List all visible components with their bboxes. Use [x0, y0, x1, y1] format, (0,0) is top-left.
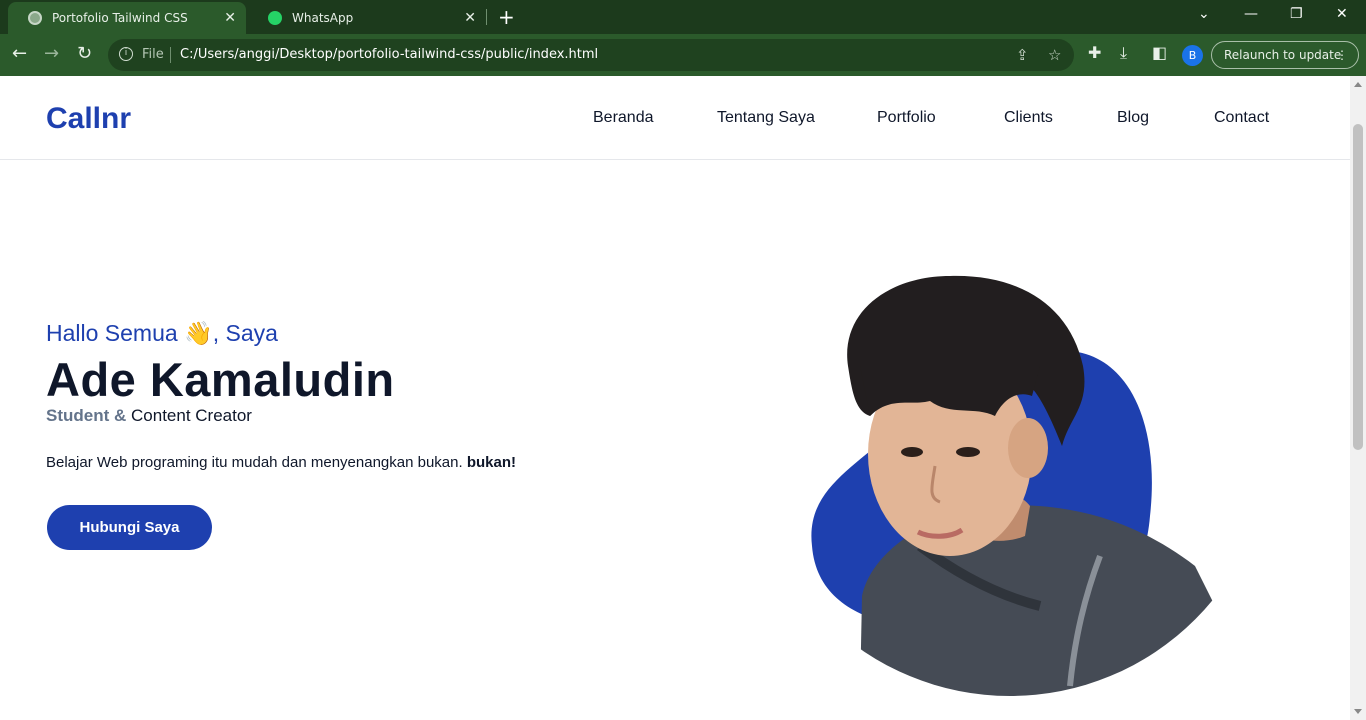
address-bar[interactable]: i File C:/Users/anggi/Desktop/portofolio…	[108, 39, 1074, 71]
scroll-thumb[interactable]	[1353, 124, 1363, 450]
nav-tentang-saya[interactable]: Tentang Saya	[717, 109, 815, 127]
reload-icon[interactable]: ↻	[77, 43, 92, 64]
browser-toolbar: ← → ↻ i File C:/Users/anggi/Desktop/port…	[0, 34, 1366, 76]
download-icon[interactable]: ⤓	[1120, 43, 1127, 63]
extensions-icon[interactable]: ✚	[1088, 43, 1101, 62]
relaunch-label: Relaunch to update	[1224, 48, 1342, 62]
menu-dots-icon: ⋮	[1336, 48, 1348, 62]
browser-tab-strip: Portofolio Tailwind CSS ✕ WhatsApp ✕ + ⌄…	[0, 0, 1366, 34]
hero-portrait	[811, 275, 1220, 696]
relaunch-button[interactable]: Relaunch to update ⋮	[1211, 41, 1359, 69]
tab-search-icon[interactable]: ⌄	[1198, 6, 1210, 22]
role-secondary: Content Creator	[131, 406, 252, 425]
hero-role: Student & Content Creator	[46, 406, 252, 426]
close-tab-icon[interactable]: ✕	[464, 10, 476, 26]
tab-title: Portofolio Tailwind CSS	[52, 11, 188, 25]
forward-icon[interactable]: →	[44, 43, 59, 64]
close-window-icon[interactable]: ✕	[1336, 6, 1348, 22]
nav-portfolio[interactable]: Portfolio	[877, 109, 936, 127]
side-panel-icon[interactable]: ◧	[1152, 43, 1167, 62]
tab-portofolio[interactable]: Portofolio Tailwind CSS ✕	[8, 2, 246, 34]
ear-shape	[1008, 418, 1048, 478]
globe-icon	[28, 11, 42, 25]
contact-me-button[interactable]: Hubungi Saya	[47, 505, 212, 550]
close-tab-icon[interactable]: ✕	[224, 10, 236, 26]
page-viewport: Callnr Beranda Tentang Saya Portfolio Cl…	[0, 76, 1350, 720]
tab-whatsapp[interactable]: WhatsApp ✕	[248, 2, 486, 34]
restore-icon[interactable]: ❐	[1290, 6, 1303, 22]
url-text[interactable]: C:/Users/anggi/Desktop/portofolio-tailwi…	[180, 47, 598, 62]
nav-blog[interactable]: Blog	[1117, 109, 1149, 127]
bookmark-star-icon[interactable]: ☆	[1048, 46, 1061, 64]
profile-avatar[interactable]: B	[1182, 45, 1203, 66]
nav-clients[interactable]: Clients	[1004, 109, 1053, 127]
address-divider	[170, 47, 171, 63]
site-logo[interactable]: Callnr	[46, 102, 131, 136]
tab-title: WhatsApp	[292, 11, 354, 25]
site-header: Callnr Beranda Tentang Saya Portfolio Cl…	[0, 76, 1350, 160]
back-icon[interactable]: ←	[12, 43, 27, 64]
waving-hand-icon: 👋	[184, 320, 213, 346]
right-eye	[956, 447, 980, 457]
greeting-prefix: Hallo Semua	[46, 320, 178, 346]
new-tab-icon[interactable]: +	[498, 5, 515, 29]
page-scrollbar[interactable]	[1350, 76, 1366, 720]
description-bold: bukan!	[466, 454, 516, 471]
nav-contact[interactable]: Contact	[1214, 109, 1269, 127]
site-info-icon[interactable]: i	[119, 47, 133, 61]
role-primary: Student &	[46, 406, 127, 425]
hero-greeting: Hallo Semua 👋, Saya	[46, 320, 278, 347]
description-text: Belajar Web programing itu mudah dan men…	[46, 454, 463, 471]
scheme-label: File	[142, 47, 164, 62]
minimize-icon[interactable]: —	[1244, 6, 1258, 22]
whatsapp-icon	[268, 11, 282, 25]
nav-beranda[interactable]: Beranda	[593, 109, 654, 127]
hero-name: Ade Kamaludin	[46, 353, 395, 406]
tab-separator	[486, 9, 487, 25]
share-icon[interactable]: ⇪	[1016, 46, 1029, 64]
scroll-up-icon[interactable]	[1354, 82, 1362, 87]
greeting-suffix: , Saya	[212, 320, 278, 346]
hero-description: Belajar Web programing itu mudah dan men…	[46, 454, 516, 471]
left-eye	[901, 447, 923, 457]
scroll-down-icon[interactable]	[1354, 709, 1362, 714]
